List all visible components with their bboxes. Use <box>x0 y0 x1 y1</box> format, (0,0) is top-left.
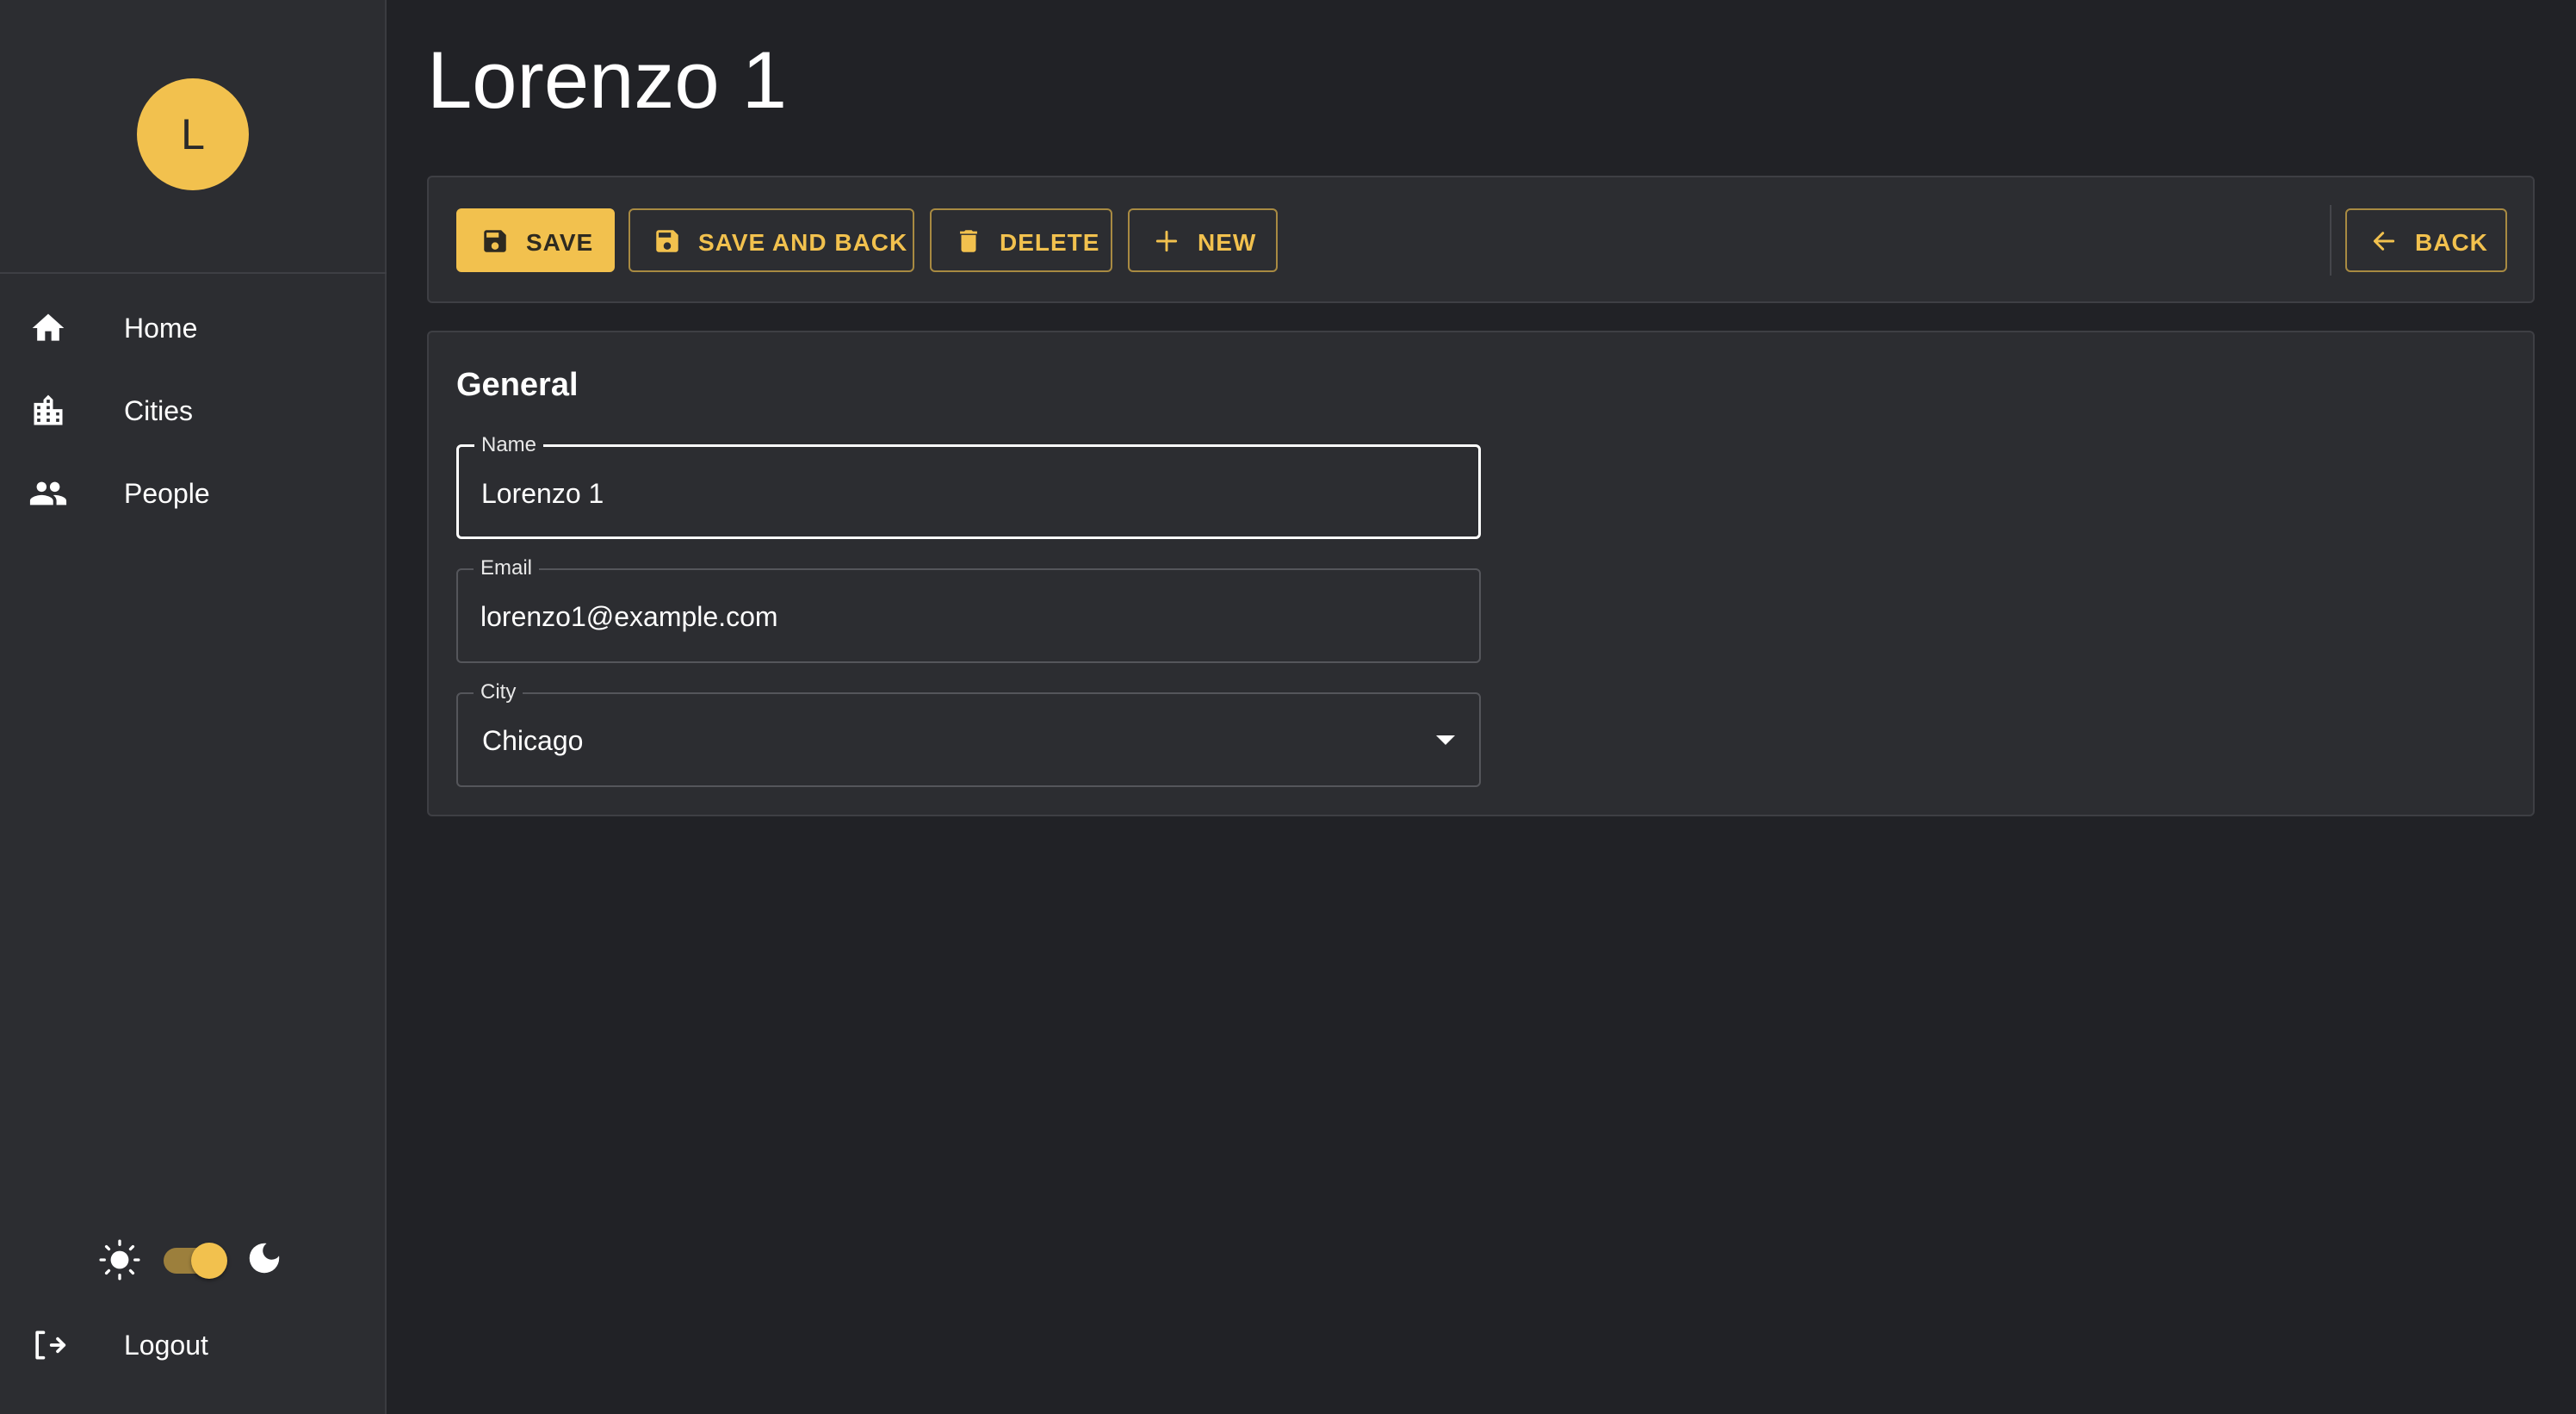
name-field[interactable]: Name <box>456 433 1481 539</box>
moon-icon <box>245 1238 286 1280</box>
trash-icon <box>954 226 983 256</box>
name-label: Name <box>474 433 544 457</box>
theme-toggle[interactable] <box>98 1233 288 1285</box>
new-button[interactable]: NEW <box>1128 208 1278 272</box>
home-icon <box>28 307 69 349</box>
toggle-thumb[interactable] <box>191 1243 227 1279</box>
city-select[interactable]: City Chicago <box>456 680 1481 787</box>
general-card: General Name Email City Chicago <box>427 331 2535 816</box>
save-and-back-button[interactable]: SAVE AND BACK <box>629 208 914 272</box>
sidebar-item-home[interactable]: Home <box>0 288 387 368</box>
save-button[interactable]: SAVE <box>456 208 615 272</box>
arrow-left-icon <box>2369 226 2399 256</box>
avatar[interactable]: L <box>137 78 249 190</box>
email-label: Email <box>474 556 540 580</box>
section-title: General <box>456 367 579 403</box>
sidebar-item-people[interactable]: People <box>0 454 387 533</box>
city-label: City <box>474 680 523 704</box>
sidebar-item-logout[interactable]: Logout <box>0 1305 387 1385</box>
email-input[interactable] <box>480 594 1427 639</box>
back-button[interactable]: BACK <box>2345 208 2507 272</box>
toolbar-divider <box>2330 205 2331 276</box>
sidebar-item-label: People <box>124 477 210 509</box>
sidebar-item-label: Cities <box>124 394 194 426</box>
sidebar-item-cities[interactable]: Cities <box>0 371 387 450</box>
plus-icon <box>1152 226 1181 256</box>
toolbar: SAVE SAVE AND BACK DELETE NEW BACK <box>427 176 2535 303</box>
delete-button[interactable]: DELETE <box>930 208 1112 272</box>
sidebar-divider <box>0 272 387 274</box>
sidebar: L Home Cities People Logout <box>0 0 387 1414</box>
sidebar-item-label: Home <box>124 312 198 344</box>
sun-icon <box>98 1238 141 1281</box>
people-icon <box>28 473 69 514</box>
city-icon <box>28 390 69 431</box>
logout-icon <box>28 1324 69 1366</box>
city-value: Chicago <box>482 725 584 756</box>
email-field[interactable]: Email <box>456 556 1481 663</box>
page-title: Lorenzo 1 <box>427 34 788 125</box>
save-icon <box>653 226 682 256</box>
chevron-down-icon[interactable] <box>1436 735 1455 745</box>
name-input[interactable] <box>481 471 1428 516</box>
sidebar-item-label: Logout <box>124 1329 208 1361</box>
save-icon <box>480 226 510 256</box>
